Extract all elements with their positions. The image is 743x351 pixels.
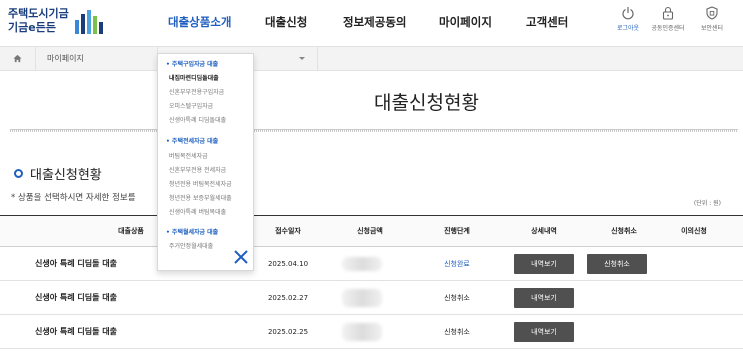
nav-loan-apply[interactable]: 대출신청 [265, 14, 307, 30]
product-name: 신생아 특례 디딤돌 대출 [35, 259, 117, 268]
header: 주택도시기금 기금e든든 대출상품소개 대출신청 정보제공동의 마이페이지 고객센… [0, 0, 743, 45]
nav-customer-center[interactable]: 고객센터 [526, 14, 568, 30]
receipt-date: 2025.02.27 [267, 294, 309, 302]
table-header: 대출상품 접수일자 신청금액 진행단계 상세내역 신청취소 이의신청 [0, 215, 743, 247]
breadcrumb-level1[interactable]: 마이페이지 [37, 47, 158, 70]
chevron-down-icon [299, 57, 305, 60]
dd-item-beotimmok[interactable]: 버팀목전세자금 [169, 151, 208, 160]
security-center-button[interactable]: 보안센터 [692, 6, 732, 32]
lock-icon [662, 6, 674, 20]
page: 주택도시기금 기금e든든 대출상품소개 대출신청 정보제공동의 마이페이지 고객센… [0, 0, 743, 351]
security-center-label: 보안센터 [700, 25, 724, 32]
power-icon [622, 7, 634, 20]
nav-mypage[interactable]: 마이페이지 [439, 14, 492, 30]
product-name: 신생아 특례 디딤돌 대출 [35, 293, 117, 302]
product-name: 신생아 특례 디딤돌 대출 [35, 327, 117, 336]
home-icon [13, 54, 22, 63]
status-link[interactable]: 신청완료 [427, 248, 487, 280]
dd-item-didimdol[interactable]: 내집마련디딤돌대출 [169, 73, 219, 82]
status-text: 신청취소 [444, 294, 470, 302]
section-title: 대출신청현황 [14, 164, 102, 183]
table-row[interactable]: 신생아 특례 디딤돌 대출 2025.02.25 신청취소 내역보기 [0, 316, 743, 349]
status-text: 신청취소 [444, 328, 470, 336]
dd-item-newlywed-purchase[interactable]: 신혼부부전용구입자금 [169, 87, 224, 96]
dd-item-newborn-beotimmok[interactable]: 신생아특례 버팀목대출 [169, 207, 226, 216]
shield-icon [706, 6, 718, 20]
col-cancel: 신청취소 [611, 227, 637, 235]
view-detail-button[interactable]: 내역보기 [514, 254, 574, 274]
amount-masked [342, 323, 382, 341]
divider [10, 129, 738, 132]
logout-label: 로그아웃 [616, 25, 640, 32]
receipt-date: 2025.04.10 [267, 260, 309, 268]
loan-products-dropdown: • 주택구입자금 대출 내집마련디딤돌대출 신혼부부전용구입자금 오피스텔구입자… [157, 53, 254, 271]
home-button[interactable] [0, 47, 36, 70]
bullet-circle-icon [14, 169, 23, 178]
amount-masked [342, 289, 382, 307]
nav-loan-products[interactable]: 대출상품소개 [168, 14, 231, 30]
dd-item-officetel[interactable]: 오피스텔구입자금 [169, 101, 213, 110]
cancel-application-button[interactable]: 신청취소 [587, 254, 647, 274]
close-icon[interactable] [233, 249, 249, 265]
breadcrumb: 마이페이지 [0, 46, 743, 71]
table-row[interactable]: 신생아 특례 디딤돌 대출 2025.02.27 신청취소 내역보기 [0, 282, 743, 315]
amount-masked [342, 257, 382, 271]
logout-button[interactable]: 로그아웃 [608, 6, 648, 32]
logo-line2: 기금e든든 [8, 21, 56, 34]
page-title: 대출신청현황 [374, 92, 479, 114]
view-detail-button[interactable]: 내역보기 [514, 288, 574, 308]
col-date: 접수일자 [275, 227, 301, 235]
dd-item-youth-beotimmok[interactable]: 청년전용 버팀목전세자금 [169, 179, 232, 188]
logo-mark-icon [75, 10, 103, 34]
col-status: 진행단계 [444, 227, 470, 235]
dd-group-monthly[interactable]: • 주택월세자금 대출 [166, 227, 218, 236]
col-objection: 이의신청 [681, 227, 707, 235]
unit-text: (단위 : 원) [693, 200, 721, 207]
logo[interactable]: 주택도시기금 기금e든든 [8, 6, 108, 38]
view-detail-button[interactable]: 내역보기 [514, 322, 574, 342]
dd-item-youth-monthly[interactable]: 청년전용 보증부월세대출 [169, 193, 232, 202]
receipt-date: 2025.02.25 [267, 328, 309, 336]
dd-group-purchase[interactable]: • 주택구입자금 대출 [166, 59, 218, 68]
logo-text: 주택도시기금 기금e든든 [8, 7, 69, 35]
col-amount: 신청금액 [357, 227, 383, 235]
section-title-text: 대출신청현황 [30, 168, 102, 183]
dd-item-stable-monthly[interactable]: 주거안정월세대출 [169, 241, 213, 250]
nav-info-consent[interactable]: 정보제공동의 [343, 14, 406, 30]
dd-item-newlywed-jeonse[interactable]: 신혼부부전용 전세자금 [169, 165, 226, 174]
logo-line1: 주택도시기금 [8, 7, 69, 20]
col-detail: 상세내역 [531, 227, 557, 235]
cert-center-label: 공동인증센터 [651, 25, 685, 32]
dd-item-newborn-didimdol[interactable]: 신생아특례 디딤돌대출 [169, 115, 226, 124]
dd-group-jeonse[interactable]: • 주택전세자금 대출 [166, 136, 218, 145]
col-product: 대출상품 [118, 227, 144, 235]
table-row[interactable]: 신생아 특례 디딤돌 대출 2025.04.10 신청완료 내역보기 신청취소 [0, 248, 743, 281]
guide-text: * 상품을 선택하시면 자세한 정보를 [11, 193, 136, 203]
cert-center-button[interactable]: 공동인증센터 [648, 6, 688, 32]
